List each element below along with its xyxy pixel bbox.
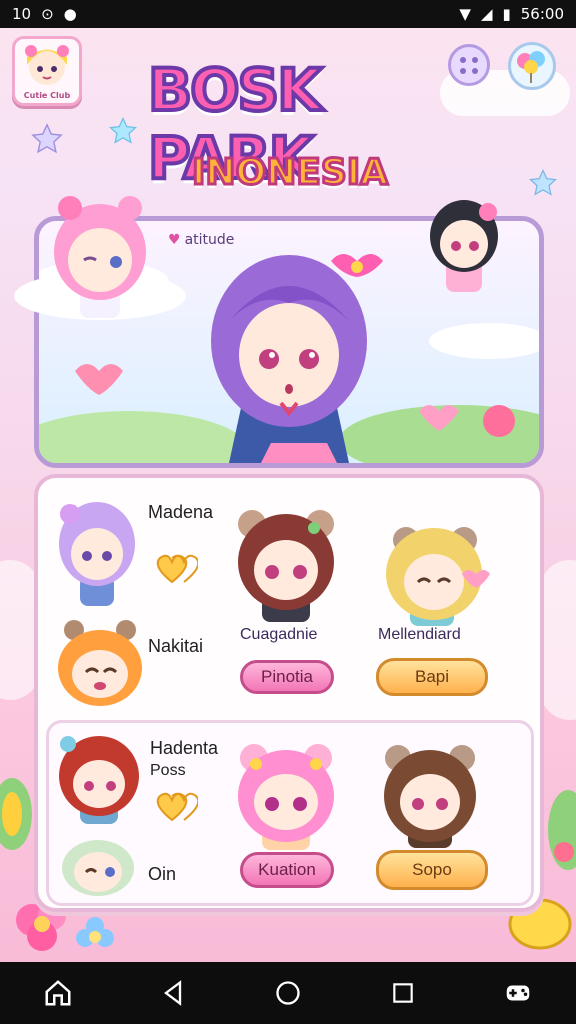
logo-subtitle: INONESIA	[190, 151, 389, 195]
profile-label: Cutie Club	[23, 91, 71, 100]
gamepad-icon	[507, 985, 530, 1001]
select-button-sopo[interactable]: Sopo	[376, 850, 488, 890]
signal-icon: ◢	[480, 5, 493, 23]
avatar	[25, 45, 69, 85]
character-dark-hair[interactable]	[416, 190, 512, 300]
character-name-6: Oin	[148, 864, 177, 884]
circle-icon	[276, 981, 300, 1005]
cloud-decoration	[540, 560, 576, 720]
balloon-icon	[517, 51, 545, 83]
flower-decoration	[76, 917, 114, 947]
battery-icon: ▮	[502, 5, 511, 23]
home-button[interactable]	[36, 971, 80, 1015]
star-icon	[31, 123, 63, 154]
character-name-3: Cuagadnie	[240, 626, 318, 643]
recents-button[interactable]	[381, 971, 425, 1015]
star-icon	[109, 117, 137, 144]
select-button-pinotia[interactable]: Pinotia	[240, 660, 334, 694]
character-pink-bear[interactable]	[232, 740, 340, 852]
character-lilac-hair[interactable]	[52, 496, 142, 612]
menu-button[interactable]	[448, 44, 490, 86]
notification-icon: ⊙	[41, 5, 54, 23]
home-icon	[45, 980, 71, 1006]
character-pink-hair[interactable]	[10, 186, 190, 330]
heart-badge-icon	[156, 554, 198, 584]
character-name-2: Nakitai	[148, 636, 204, 656]
status-bar: 10 ⊙ ● ▼ ◢ ▮ 56:00	[0, 0, 576, 28]
character-name-1: Madena	[148, 502, 214, 522]
overview-home-button[interactable]	[266, 971, 310, 1015]
wifi-icon: ▼	[459, 5, 471, 23]
leaf-decoration	[548, 790, 576, 870]
select-button-kuation[interactable]: Kuation	[240, 852, 334, 888]
game-menu-button[interactable]	[496, 971, 540, 1015]
star-icon	[529, 169, 557, 196]
character-orange-hair[interactable]	[52, 618, 148, 708]
chat-icon: ●	[63, 5, 77, 23]
system-nav-bar	[0, 962, 576, 1024]
character-blonde-hair[interactable]	[376, 522, 496, 628]
profile-avatar-button[interactable]: Cutie Club	[12, 36, 82, 106]
shop-button[interactable]	[508, 42, 556, 90]
menu-icon	[460, 57, 478, 74]
character-mint-hair[interactable]	[58, 834, 138, 896]
character-brown-hair[interactable]	[378, 740, 482, 850]
banner-tag-label: atitude	[184, 232, 235, 248]
character-sub-5: Poss	[150, 762, 186, 779]
status-left-text: 10	[12, 5, 32, 23]
heart-badge-icon	[156, 792, 198, 822]
clock: 56:00	[520, 5, 564, 23]
back-button[interactable]	[151, 971, 195, 1015]
select-button-bapi[interactable]: Bapi	[376, 658, 488, 696]
character-auburn-hair[interactable]	[232, 506, 340, 624]
square-icon	[393, 983, 413, 1003]
character-name-5: Hadenta	[150, 738, 219, 758]
game-logo: BOSK PARK INONESIA	[146, 54, 438, 206]
character-red-hair[interactable]	[54, 734, 144, 826]
back-icon	[163, 980, 181, 1006]
character-name-4: Mellendiard	[378, 626, 461, 643]
